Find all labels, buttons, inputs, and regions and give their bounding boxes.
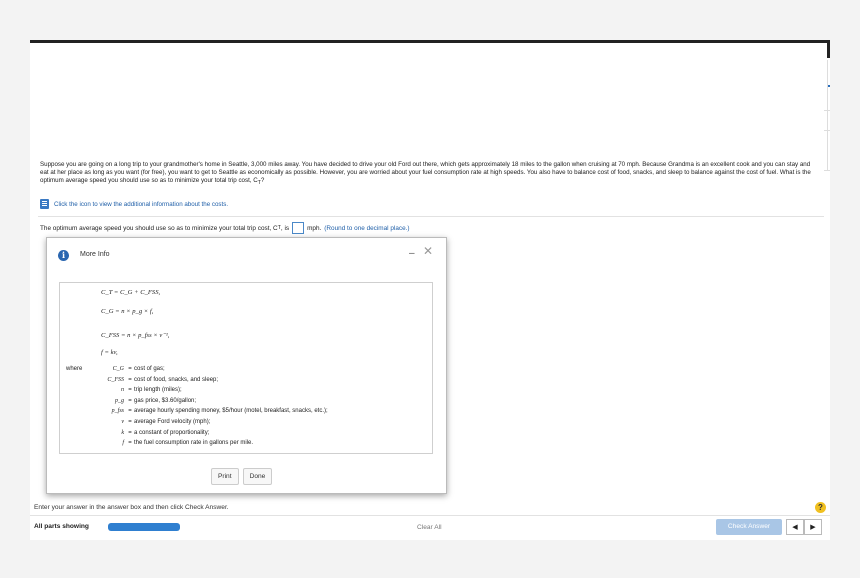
definition-row: C_G = cost of gas; (86, 366, 328, 377)
question-nav: ◀ ▶ (786, 519, 822, 535)
definition-symbol: v (121, 418, 124, 425)
equation: C_G = n × p_g × f, (101, 308, 154, 315)
rounding-note: (Round to one decimal place.) (324, 224, 410, 232)
book-icon[interactable] (40, 199, 49, 209)
definition-symbol: p_fss (111, 408, 124, 415)
definition-text: cost of food, snacks, and sleep; (134, 376, 219, 383)
definition-symbol: C_G (112, 366, 124, 372)
question-text: The optimum average speed you should use… (40, 224, 278, 232)
equation: C_T = C_G + C_FSS, (101, 289, 161, 296)
dialog-title: More Info (80, 251, 110, 258)
more-info-dialog: i More Info – ✕ C_T = C_G + C_FSS, C_G =… (46, 237, 447, 494)
definitions-list: C_G = cost of gas; C_FSS = cost of food, sna… (86, 366, 328, 451)
footer-divider (30, 515, 830, 516)
check-answer-button[interactable]: Check Answer (716, 519, 782, 535)
help-icon[interactable]: ? (815, 502, 826, 513)
close-icon[interactable]: ✕ (423, 244, 433, 258)
equation: f = kv, (101, 349, 118, 356)
all-parts-label: All parts showing (34, 523, 89, 530)
section-divider (38, 216, 824, 217)
definition-row: p_g = gas price, $3.60/gallon; (86, 398, 328, 409)
info-link-text[interactable]: Click the icon to view the additional in… (54, 201, 228, 208)
definition-row: f = the fuel consumption rate in gallons p… (86, 440, 328, 451)
question-line: The optimum average speed you should use… (40, 222, 410, 234)
definition-row: v = average Ford velocity (mph); (86, 419, 328, 430)
info-link[interactable]: Click the icon to view the additional in… (40, 199, 228, 209)
definition-text: the fuel consumption rate in gallons per… (134, 440, 254, 447)
definition-symbol: f (122, 440, 124, 447)
definition-text: average hourly spending money, $5/hour (… (134, 408, 328, 415)
problem-statement: Suppose you are going on a long trip to … (40, 161, 820, 188)
equation: C_FSS = n × p_fss × v⁻¹, (101, 332, 170, 339)
info-icon: i (58, 250, 69, 261)
side-divider-tick (824, 170, 830, 171)
side-divider (827, 60, 828, 170)
definition-row: p_fss = average hourly spending money, $5/… (86, 408, 328, 419)
definition-text: gas price, $3.60/gallon; (134, 397, 197, 404)
definition-text: trip length (miles); (134, 387, 182, 394)
print-button[interactable]: Print (211, 468, 239, 485)
progress-bar (108, 523, 180, 531)
progress-fill (108, 523, 180, 531)
side-divider-tick (824, 130, 830, 131)
instruction-text: Enter your answer in the answer box and … (34, 504, 229, 511)
accent-mark (828, 85, 830, 87)
answer-input[interactable] (292, 222, 305, 234)
definition-text: cost of gas; (134, 366, 165, 372)
previous-button[interactable]: ◀ (786, 519, 804, 535)
top-bar (30, 40, 830, 43)
clear-all-button[interactable]: Clear All (417, 524, 442, 531)
definition-text: average Ford velocity (mph); (134, 418, 211, 425)
where-label: where (66, 366, 83, 372)
definition-symbol: C_FSS (107, 376, 124, 383)
definition-row: C_FSS = cost of food, snacks, and sleep; (86, 377, 328, 388)
definition-row: n = trip length (miles); (86, 387, 328, 398)
done-button[interactable]: Done (242, 468, 273, 485)
next-button[interactable]: ▶ (804, 519, 822, 535)
problem-text: Suppose you are going on a long trip to … (40, 161, 811, 185)
problem-end: ? (260, 177, 265, 185)
dialog-header: i More Info – ✕ (47, 238, 446, 270)
definition-row: k = a constant of proportionality; (86, 430, 328, 441)
definition-symbol: n (121, 387, 124, 394)
definition-symbol: k (121, 429, 124, 436)
definition-text: a constant of proportionality; (134, 429, 210, 436)
side-divider-tick (824, 110, 830, 111)
dialog-buttons: Print Done (211, 468, 273, 485)
definition-symbol: p_g (115, 397, 124, 404)
question-unit: mph. (307, 224, 322, 232)
dialog-content[interactable]: C_T = C_G + C_FSS, C_G = n × p_g × f, C_… (59, 282, 433, 454)
question-mid: , is (280, 224, 290, 232)
minimize-icon[interactable]: – (409, 248, 415, 259)
top-bar-edge (827, 40, 830, 58)
